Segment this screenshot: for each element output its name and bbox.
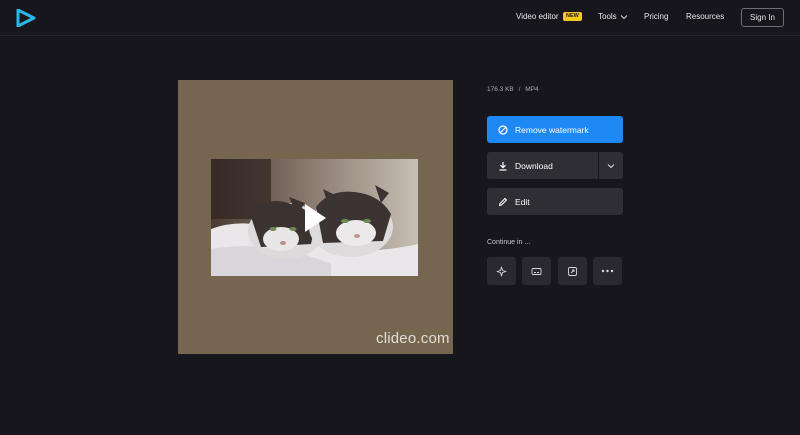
continue-tool-crop[interactable] (558, 257, 587, 285)
more-icon (601, 269, 614, 273)
play-icon[interactable] (303, 203, 327, 233)
pencil-icon (498, 197, 508, 207)
continue-in-label: Continue in ... (487, 239, 531, 246)
no-sign-icon (498, 124, 508, 135)
file-info: 176.3 KB / MP4 (487, 86, 539, 93)
file-format: MP4 (525, 86, 539, 93)
nav-video-editor[interactable]: Video editor (516, 12, 559, 21)
download-icon (498, 161, 508, 171)
nav-tools[interactable]: Tools (598, 12, 617, 21)
top-header: Video editor NEW Tools Pricing Resources… (0, 0, 800, 36)
download-options-button[interactable] (599, 152, 623, 179)
edit-label: Edit (515, 196, 530, 207)
sparkle-icon (496, 266, 507, 276)
new-badge: NEW (563, 12, 582, 21)
watermark-text: clideo.com (376, 330, 450, 347)
subtitles-icon (531, 267, 542, 275)
nav-pricing[interactable]: Pricing (644, 12, 668, 21)
nav-resources[interactable]: Resources (686, 12, 724, 21)
remove-watermark-button[interactable]: Remove watermark (487, 116, 623, 143)
clideo-logo-icon[interactable] (16, 9, 36, 27)
continue-tool-sparkle[interactable] (487, 257, 516, 285)
edit-button[interactable]: Edit (487, 188, 623, 215)
file-size: 176.3 KB (487, 86, 514, 93)
continue-tool-subtitles[interactable] (522, 257, 551, 285)
sign-in-button[interactable]: Sign In (741, 8, 784, 27)
chevron-down-icon (607, 163, 615, 168)
crop-icon (568, 266, 577, 276)
chevron-down-icon[interactable] (620, 13, 628, 21)
remove-watermark-label: Remove watermark (515, 124, 589, 135)
download-label: Download (515, 160, 553, 171)
continue-tool-more[interactable] (593, 257, 622, 285)
file-info-separator: / (518, 86, 521, 93)
